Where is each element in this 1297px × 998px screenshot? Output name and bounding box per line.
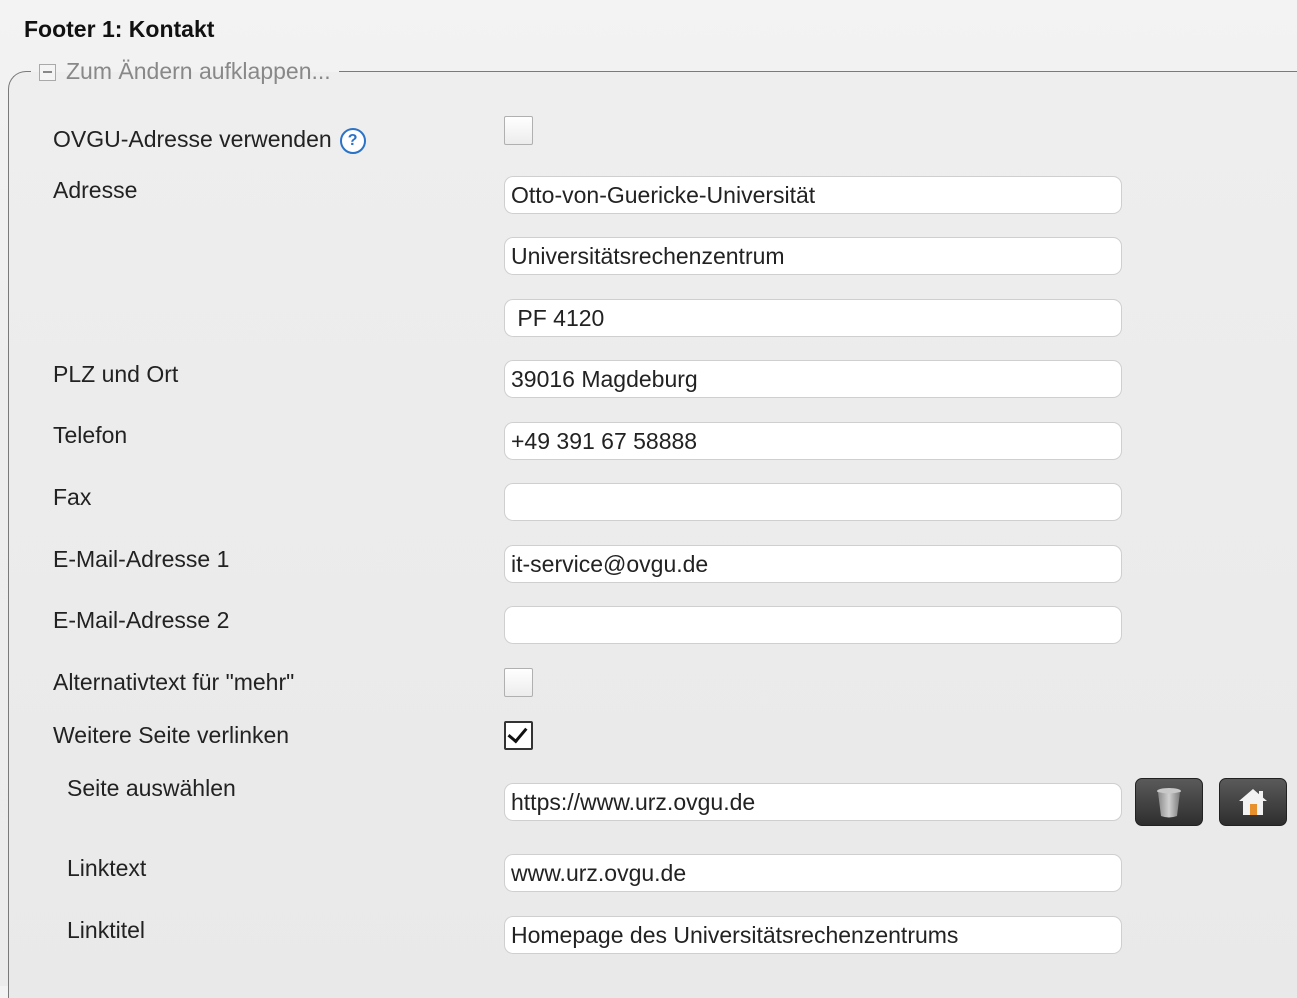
alt-text-label: Alternativtext für "mehr"	[53, 669, 295, 695]
email1-input[interactable]	[504, 545, 1122, 583]
home-icon	[1239, 789, 1267, 815]
telefon-label: Telefon	[53, 422, 128, 448]
fax-label: Fax	[53, 484, 92, 510]
linktitel-input[interactable]	[504, 916, 1122, 954]
link-page-label: Weitere Seite verlinken	[53, 722, 290, 748]
email2-input[interactable]	[504, 606, 1122, 644]
question-circle-icon[interactable]: ?	[339, 127, 366, 154]
link-page-checkbox[interactable]	[504, 721, 533, 750]
trash-icon	[1157, 788, 1181, 818]
plz-ort-label: PLZ und Ort	[53, 361, 179, 387]
address-line3-input[interactable]	[504, 299, 1122, 337]
ovgu-address-label: OVGU-Adresse verwenden?	[53, 126, 366, 154]
email1-label: E-Mail-Adresse 1	[53, 546, 230, 572]
select-page-input[interactable]	[504, 783, 1122, 821]
linktext-label: Linktext	[67, 855, 147, 881]
checkmark-icon	[507, 722, 528, 744]
address-label: Adresse	[53, 177, 138, 203]
ovgu-address-label-text: OVGU-Adresse verwenden	[53, 126, 332, 152]
ovgu-address-checkbox[interactable]	[504, 116, 533, 145]
collapse-legend-label: Zum Ändern aufklappen...	[66, 58, 331, 84]
fax-input[interactable]	[504, 483, 1122, 521]
linktitel-label: Linktitel	[67, 917, 145, 943]
telefon-input[interactable]	[504, 422, 1122, 460]
alt-text-checkbox[interactable]	[504, 668, 533, 697]
address-line1-input[interactable]	[504, 176, 1122, 214]
select-page-label: Seite auswählen	[67, 775, 236, 801]
email2-label: E-Mail-Adresse 2	[53, 607, 230, 633]
address-line2-input[interactable]	[504, 237, 1122, 275]
home-page-button[interactable]	[1219, 778, 1287, 826]
linktext-input[interactable]	[504, 854, 1122, 892]
section-title: Footer 1: Kontakt	[24, 16, 215, 42]
collapse-toggle[interactable]: Zum Ändern aufklappen...	[31, 58, 339, 85]
plz-ort-input[interactable]	[504, 360, 1122, 398]
delete-page-button[interactable]	[1135, 778, 1203, 826]
collapse-icon[interactable]	[39, 64, 56, 81]
